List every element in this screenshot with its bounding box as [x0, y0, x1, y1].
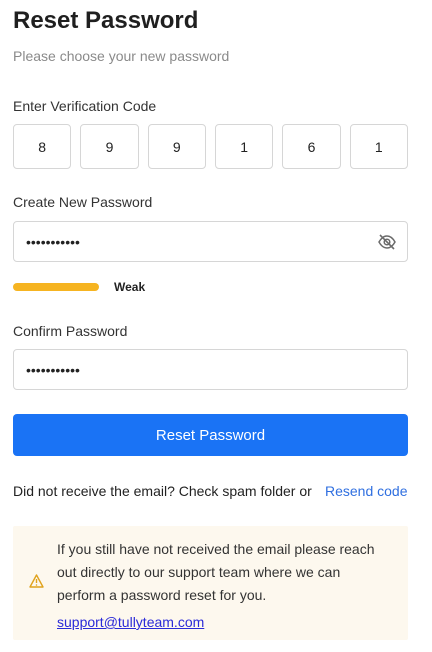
- eye-off-icon[interactable]: [377, 232, 397, 252]
- confirm-password-field[interactable]: •••••••••••: [13, 349, 408, 390]
- code-digit-2[interactable]: 9: [80, 124, 139, 169]
- code-digit-5[interactable]: 6: [282, 124, 341, 169]
- confirm-password-value: •••••••••••: [26, 362, 80, 378]
- verification-code-label: Enter Verification Code: [13, 98, 157, 114]
- resend-code-link[interactable]: Resend code: [325, 483, 408, 499]
- confirm-password-label: Confirm Password: [13, 323, 128, 339]
- warning-icon: [29, 574, 44, 588]
- code-digit-4[interactable]: 1: [214, 124, 274, 169]
- verification-code-inputs: 8 9 9 1 6 1: [13, 124, 408, 169]
- reset-password-button[interactable]: Reset Password: [13, 414, 408, 456]
- page-subtitle: Please choose your new password: [13, 48, 230, 64]
- support-notice: If you still have not received the email…: [13, 526, 408, 640]
- new-password-label: Create New Password: [13, 194, 153, 210]
- support-email-link[interactable]: support@tullyteam.com: [57, 614, 204, 630]
- code-digit-1[interactable]: 8: [13, 124, 72, 169]
- support-notice-text: If you still have not received the email…: [57, 541, 375, 603]
- page-title: Reset Password: [13, 7, 199, 34]
- resend-prompt: Did not receive the email? Check spam fo…: [13, 483, 312, 499]
- new-password-field[interactable]: •••••••••••: [13, 221, 408, 262]
- code-digit-3[interactable]: 9: [147, 124, 206, 169]
- password-strength-bar: [13, 283, 99, 291]
- code-digit-6[interactable]: 1: [349, 124, 408, 169]
- password-strength-label: Weak: [114, 280, 146, 294]
- new-password-value: •••••••••••: [26, 234, 80, 250]
